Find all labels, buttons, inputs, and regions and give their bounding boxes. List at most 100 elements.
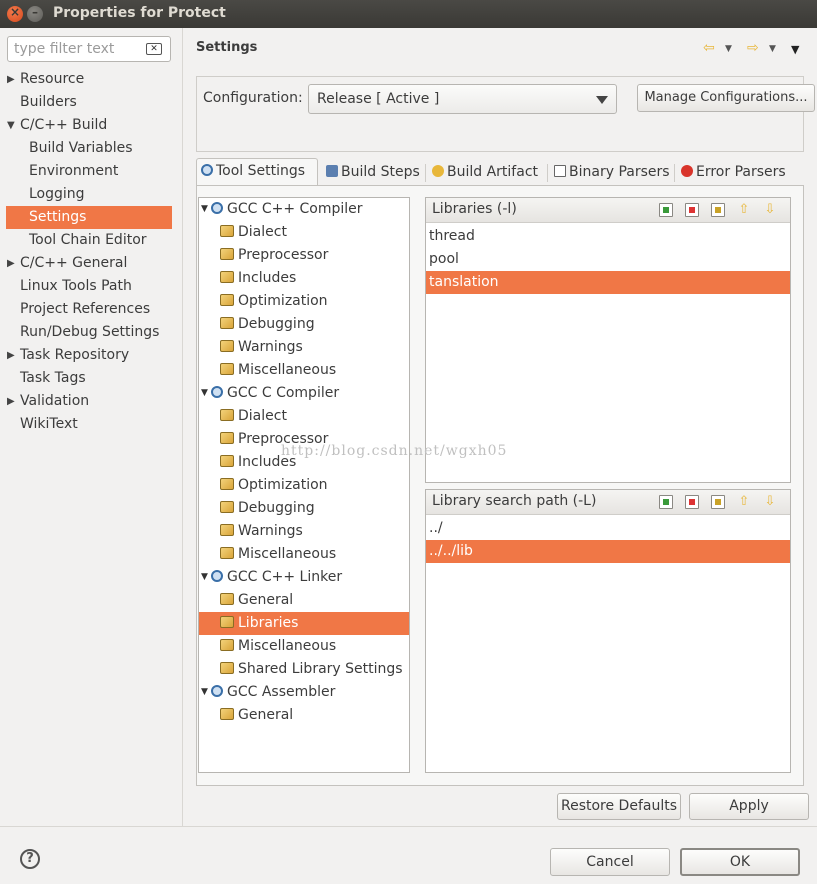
search-path-header: Library search path (-L) ⇧ ⇩ <box>426 490 790 515</box>
list-item[interactable]: tanslation <box>426 271 790 294</box>
sidebar-item-c-c-build[interactable]: ▼ C/C++ Build <box>7 114 107 137</box>
tree-tool-option[interactable]: Debugging <box>220 497 315 520</box>
tree-tool-option[interactable]: Miscellaneous <box>220 543 336 566</box>
list-item[interactable]: ../ <box>426 517 790 540</box>
tree-tool-option[interactable]: Optimization <box>220 290 328 313</box>
sidebar-item-settings[interactable]: Settings <box>6 206 172 229</box>
option-folder-icon <box>220 317 234 329</box>
tab-label: Build Steps <box>341 164 420 180</box>
option-folder-icon <box>220 708 234 720</box>
tree-tool-option[interactable]: Miscellaneous <box>220 359 336 382</box>
manage-configurations-button[interactable]: Manage Configurations... <box>637 84 815 112</box>
tab-error-parsers[interactable]: Error Parsers <box>677 160 799 186</box>
sidebar-item-c-c-general[interactable]: ▶ C/C++ General <box>7 252 128 275</box>
tree-tool-option[interactable]: Miscellaneous <box>220 635 336 658</box>
option-folder-icon <box>220 501 234 513</box>
tree-item-label: Debugging <box>238 316 315 332</box>
sidebar-item-run-debug-settings[interactable]: Run/Debug Settings <box>20 321 159 344</box>
sidebar-item-label: C/C++ General <box>20 255 128 271</box>
minimize-window-button[interactable]: – <box>27 5 43 22</box>
cancel-button[interactable]: Cancel <box>550 848 670 876</box>
expanded-arrow-icon[interactable]: ▼ <box>201 198 208 221</box>
tree-tool-group[interactable]: ▼ GCC C++ Compiler <box>201 198 363 221</box>
help-icon[interactable]: ? <box>20 849 40 869</box>
hammer-icon <box>326 165 338 177</box>
configuration-select[interactable]: Release [ Active ] <box>308 84 617 114</box>
expanded-arrow-icon[interactable]: ▼ <box>7 114 15 137</box>
tree-tool-option[interactable]: Debugging <box>220 313 315 336</box>
tree-tool-option[interactable]: Preprocessor <box>220 244 328 267</box>
sidebar-item-linux-tools-path[interactable]: Linux Tools Path <box>20 275 132 298</box>
tree-tool-option[interactable]: Warnings <box>220 520 303 543</box>
tree-item-label: GCC C++ Compiler <box>227 201 363 217</box>
collapsed-arrow-icon[interactable]: ▶ <box>7 390 15 413</box>
gear-icon <box>211 386 223 398</box>
apply-button[interactable]: Apply <box>689 793 809 820</box>
delete-icon[interactable] <box>685 495 699 509</box>
delete-icon[interactable] <box>685 203 699 217</box>
list-item[interactable]: pool <box>426 248 790 271</box>
tab-label: Build Artifact <box>447 164 538 180</box>
move-up-icon[interactable]: ⇧ <box>737 203 751 217</box>
collapsed-arrow-icon[interactable]: ▶ <box>7 68 15 91</box>
sidebar-item-wikitext[interactable]: WikiText <box>20 413 78 436</box>
library-search-path-panel: Library search path (-L) ⇧ ⇩ ../../../li… <box>425 489 791 773</box>
expanded-arrow-icon[interactable]: ▼ <box>201 382 208 405</box>
edit-icon[interactable] <box>711 495 725 509</box>
tab-binary-parsers[interactable]: Binary Parsers <box>550 160 670 186</box>
sidebar-item-build-variables[interactable]: Build Variables <box>29 137 133 160</box>
tab-build-steps[interactable]: Build Steps <box>322 160 422 186</box>
sidebar-item-label: Environment <box>29 163 119 179</box>
back-arrow-icon[interactable]: ⇦ <box>703 40 715 56</box>
tab-tool-settings[interactable]: Tool Settings <box>196 158 318 187</box>
tree-tool-group[interactable]: ▼ GCC C++ Linker <box>201 566 342 589</box>
tree-tool-option[interactable]: Includes <box>220 267 296 290</box>
sidebar-item-project-references[interactable]: Project References <box>20 298 150 321</box>
tree-tool-option[interactable]: General <box>220 589 293 612</box>
sidebar-item-builders[interactable]: Builders <box>20 91 77 114</box>
tree-tool-option[interactable]: Warnings <box>220 336 303 359</box>
add-icon[interactable] <box>659 203 673 217</box>
sidebar-item-label: Task Repository <box>20 347 130 363</box>
sidebar-item-tool-chain-editor[interactable]: Tool Chain Editor <box>29 229 147 252</box>
option-folder-icon <box>220 409 234 421</box>
ok-button[interactable]: OK <box>680 848 800 876</box>
collapsed-arrow-icon[interactable]: ▶ <box>7 252 15 275</box>
tree-tool-group[interactable]: ▼ GCC Assembler <box>201 681 335 704</box>
forward-dropdown-icon[interactable]: ▼ <box>769 44 776 54</box>
tree-tool-option[interactable]: Libraries <box>199 612 409 635</box>
tree-tool-option[interactable]: Dialect <box>220 221 287 244</box>
list-item[interactable]: ../../lib <box>426 540 790 563</box>
tree-tool-group[interactable]: ▼ GCC C Compiler <box>201 382 339 405</box>
expanded-arrow-icon[interactable]: ▼ <box>201 681 208 704</box>
tree-item-label: Dialect <box>238 224 287 240</box>
restore-defaults-button[interactable]: Restore Defaults <box>557 793 681 820</box>
expanded-arrow-icon[interactable]: ▼ <box>201 566 208 589</box>
sidebar-item-environment[interactable]: Environment <box>29 160 118 183</box>
list-item[interactable]: thread <box>426 225 790 248</box>
forward-arrow-icon[interactable]: ⇨ <box>747 40 759 56</box>
filter-input[interactable] <box>14 40 142 58</box>
settings-tabs: Tool Settings Build Steps Build Artifact… <box>196 158 804 187</box>
tree-tool-option[interactable]: Dialect <box>220 405 287 428</box>
edit-icon[interactable] <box>711 203 725 217</box>
sidebar-item-task-repository[interactable]: ▶ Task Repository <box>7 344 130 367</box>
move-down-icon[interactable]: ⇩ <box>763 495 777 509</box>
tree-item-label: Optimization <box>238 477 328 493</box>
tree-tool-option[interactable]: Optimization <box>220 474 328 497</box>
collapsed-arrow-icon[interactable]: ▶ <box>7 344 15 367</box>
tab-build-artifact[interactable]: Build Artifact <box>428 160 544 186</box>
clear-filter-icon[interactable]: ✕ <box>146 43 162 55</box>
sidebar-item-validation[interactable]: ▶ Validation <box>7 390 89 413</box>
tree-tool-option[interactable]: General <box>220 704 293 727</box>
sidebar-item-logging[interactable]: Logging <box>29 183 85 206</box>
sidebar-item-resource[interactable]: ▶ Resource <box>7 68 84 91</box>
close-window-button[interactable]: × <box>7 5 23 22</box>
sidebar-item-task-tags[interactable]: Task Tags <box>20 367 86 390</box>
move-down-icon[interactable]: ⇩ <box>763 203 777 217</box>
tree-tool-option[interactable]: Shared Library Settings <box>220 658 403 681</box>
view-menu-icon[interactable]: ▼ <box>791 43 799 56</box>
move-up-icon[interactable]: ⇧ <box>737 495 751 509</box>
back-dropdown-icon[interactable]: ▼ <box>725 44 732 54</box>
add-icon[interactable] <box>659 495 673 509</box>
